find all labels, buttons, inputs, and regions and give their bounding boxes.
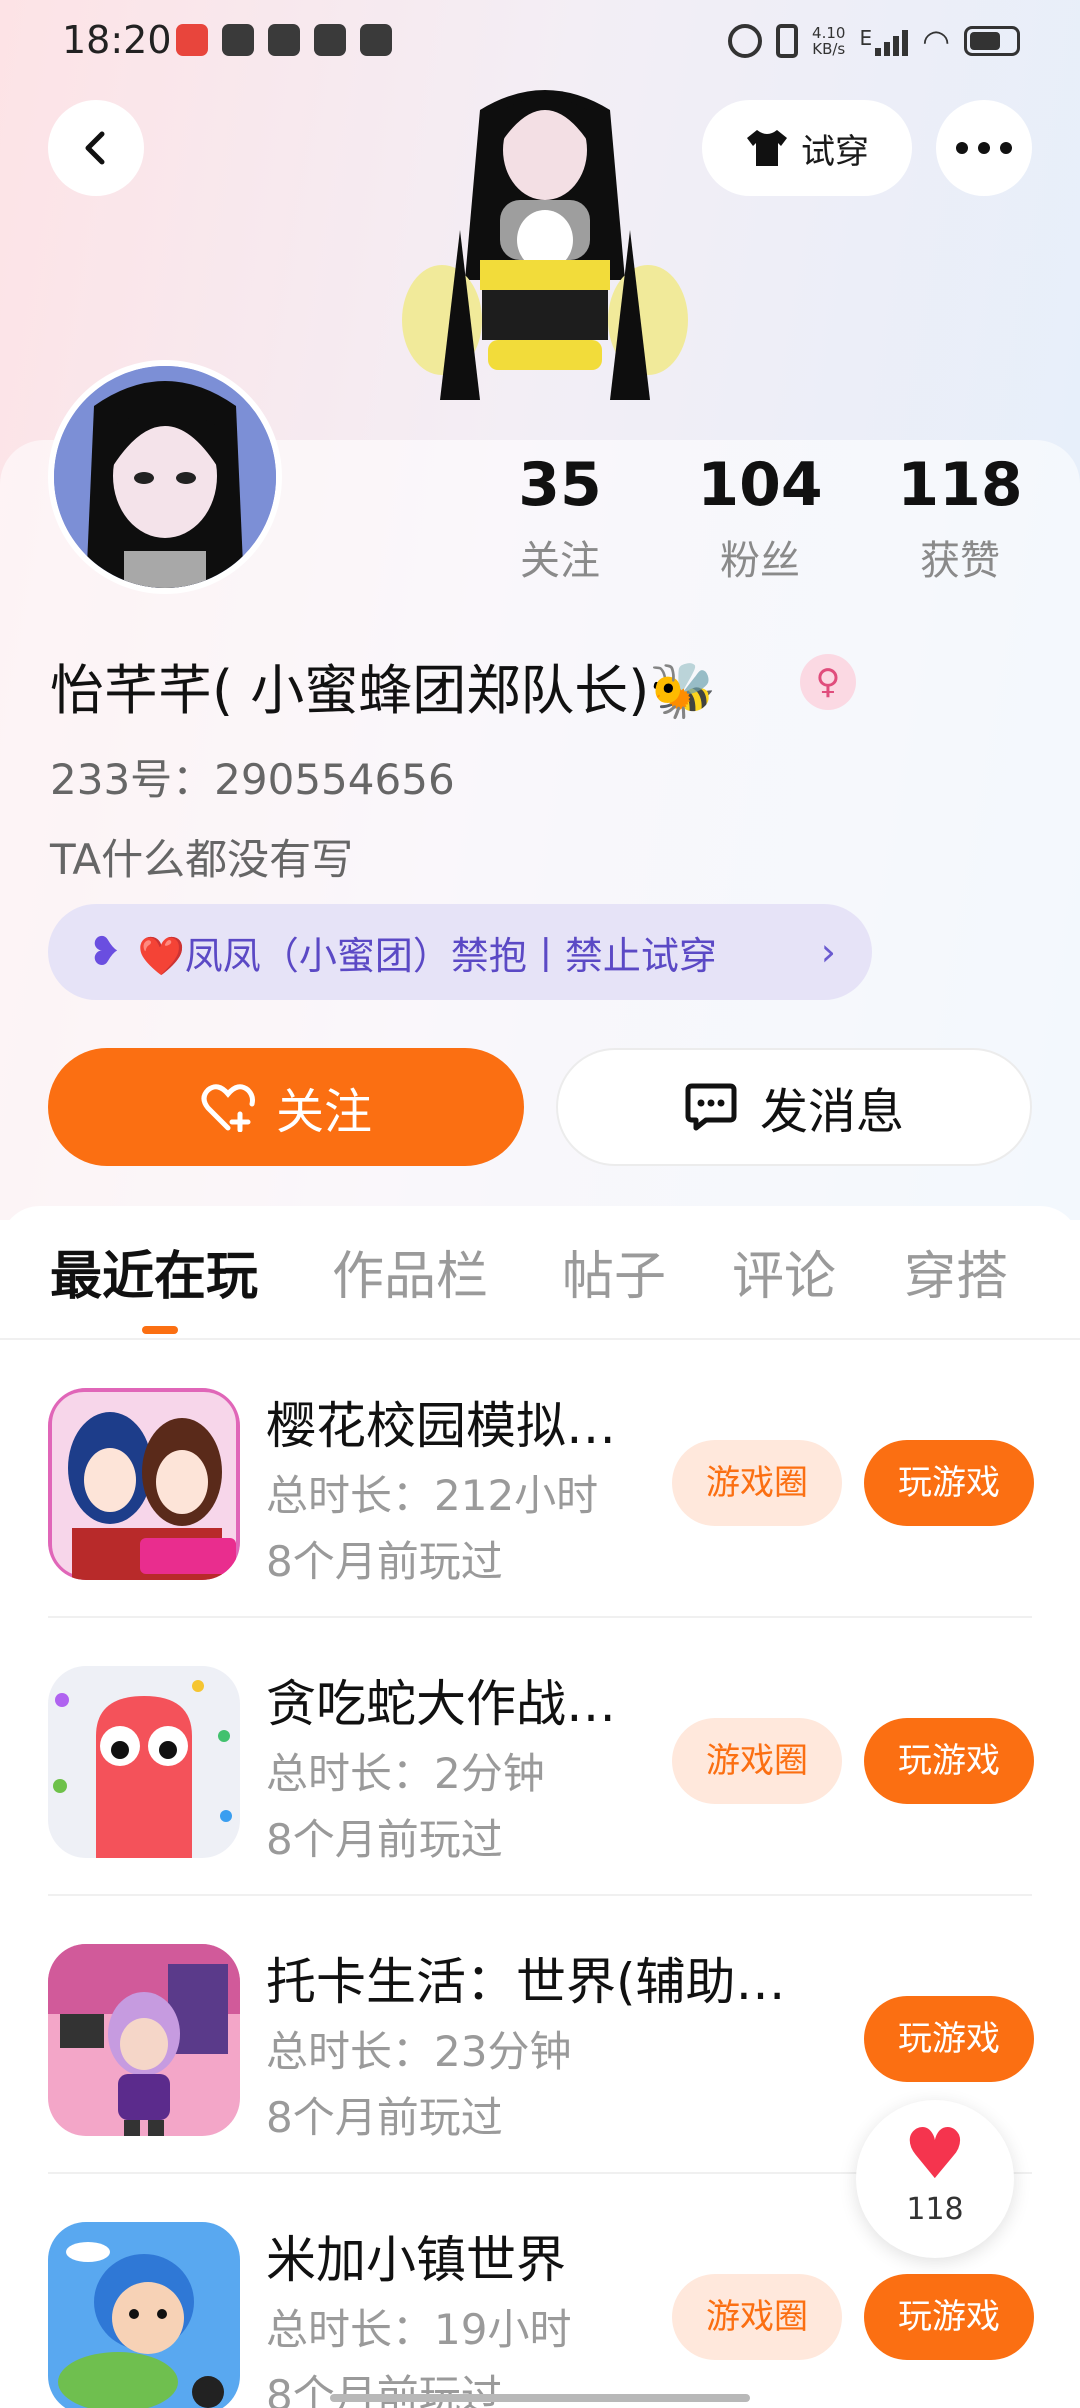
relationship-tag-text: ❤️凤凤（小蜜团）禁抱丨禁止试穿	[137, 933, 717, 978]
box-icon	[360, 24, 392, 56]
profile-uid[interactable]: 233号：290554656	[50, 746, 455, 807]
tab-active-indicator	[142, 1326, 178, 1334]
play-game-button[interactable]: 玩游戏	[864, 1440, 1034, 1526]
network-speed: 4.10 KB/s	[812, 25, 845, 57]
game-playtime: 总时长：2分钟	[266, 1749, 545, 1798]
game-last-played: 8个月前玩过	[266, 1815, 503, 1864]
chat-icon	[268, 24, 300, 56]
relationship-tag[interactable]: ❥ ❤️凤凤（小蜜团）禁抱丨禁止试穿 ›	[48, 904, 872, 1000]
back-button[interactable]	[48, 100, 144, 196]
app-notification-icon	[176, 24, 208, 56]
game-circle-button[interactable]: 游戏圈	[672, 1440, 842, 1526]
mail-icon	[222, 24, 254, 56]
home-indicator[interactable]	[330, 2394, 750, 2402]
app-notification-icon	[314, 24, 346, 56]
avatar-3d-figure	[400, 80, 690, 440]
play-game-button[interactable]: 玩游戏	[864, 1996, 1034, 2082]
avatar[interactable]	[48, 360, 282, 594]
game-playtime: 总时长：19小时	[266, 2305, 572, 2354]
notification-icons	[176, 24, 392, 56]
profile-bio: TA什么都没有写	[50, 835, 354, 884]
game-last-played: 8个月前玩过	[266, 2093, 503, 2142]
try-on-label: 试穿	[801, 131, 869, 172]
female-gender-icon: ♀	[800, 654, 856, 710]
stat-label: 粉丝	[720, 538, 800, 584]
game-playtime: 总时长：212小时	[266, 1471, 599, 1520]
more-dots-icon	[956, 142, 1012, 154]
status-indicators: 4.10 KB/s E ◠	[728, 22, 1020, 60]
game-circle-button[interactable]: 游戏圈	[672, 1718, 842, 1804]
game-icon-snake	[48, 1666, 240, 1858]
battery-icon	[964, 26, 1020, 56]
more-options-button[interactable]	[936, 100, 1032, 196]
follow-button[interactable]: 关注	[48, 1048, 524, 1166]
stat-followers[interactable]: 104 粉丝	[680, 450, 840, 586]
stat-label: 关注	[520, 538, 600, 584]
vibrate-icon	[776, 24, 799, 58]
stat-value: 104	[697, 450, 823, 520]
follow-label: 关注	[275, 1084, 372, 1140]
tab-comments[interactable]: 评论	[732, 1234, 836, 1309]
network-type: E	[859, 26, 873, 50]
tshirt-icon	[747, 130, 787, 166]
game-icon-toca	[48, 1944, 240, 2136]
profile-tabs: 最近在玩 作品栏 帖子 评论 穿搭	[0, 1234, 1080, 1334]
tab-outfits[interactable]: 穿搭	[904, 1234, 1008, 1309]
message-label: 发消息	[759, 1084, 904, 1140]
chevron-left-icon	[85, 131, 105, 165]
alarm-icon	[728, 24, 763, 58]
like-floating-button[interactable]: ♥ 118	[856, 2100, 1014, 2258]
status-time: 18:20	[62, 18, 172, 62]
game-title: 米加小镇世界	[266, 2231, 566, 2289]
tab-works[interactable]: 作品栏	[332, 1234, 488, 1309]
game-circle-button[interactable]: 游戏圈	[672, 2274, 842, 2360]
tab-posts[interactable]: 帖子	[562, 1234, 666, 1309]
like-count: 118	[906, 2192, 964, 2227]
play-game-button[interactable]: 玩游戏	[864, 1718, 1034, 1804]
chat-bubble-icon	[685, 1083, 737, 1131]
game-title: 托卡生活：世界(辅助…	[266, 1953, 786, 2011]
profile-stats: 35 关注 104 粉丝 118 获赞	[480, 450, 1040, 586]
signal-icon: E	[859, 26, 909, 56]
game-list-item[interactable]: 樱花校园模拟… 总时长：212小时 8个月前玩过 游戏圈 玩游戏	[48, 1340, 1034, 1618]
network-speed-unit: KB/s	[812, 40, 846, 58]
stat-value: 35	[518, 450, 602, 520]
avatar-image	[54, 366, 276, 588]
game-title: 贪吃蛇大作战…	[266, 1675, 616, 1733]
heart-plus-icon	[201, 1084, 255, 1132]
heart-icon: ♥	[903, 2113, 967, 2195]
stat-label: 获赞	[920, 538, 1000, 584]
game-last-played: 8个月前玩过	[266, 1537, 503, 1586]
stat-likes[interactable]: 118 获赞	[880, 450, 1040, 586]
tab-recently-played[interactable]: 最近在玩	[50, 1234, 258, 1309]
game-icon-miga	[48, 2222, 240, 2408]
double-heart-icon: ❥	[88, 929, 122, 975]
profile-nickname: 怡芊芊( 小蜜蜂团郑队长)🐝	[50, 659, 717, 722]
game-title: 樱花校园模拟…	[266, 1397, 616, 1455]
send-message-button[interactable]: 发消息	[556, 1048, 1032, 1166]
chevron-right-icon: ›	[820, 930, 836, 974]
try-on-button[interactable]: 试穿	[702, 100, 912, 196]
stat-value: 118	[897, 450, 1023, 520]
wifi-icon: ◠	[922, 22, 950, 60]
game-icon-sakura	[48, 1388, 240, 1580]
game-playtime: 总时长：23分钟	[266, 2027, 572, 2076]
game-list-item[interactable]: 贪吃蛇大作战… 总时长：2分钟 8个月前玩过 游戏圈 玩游戏	[48, 1618, 1034, 1896]
play-game-button[interactable]: 玩游戏	[864, 2274, 1034, 2360]
status-bar: 18:20 4.10 KB/s E ◠	[0, 0, 1080, 84]
stat-following[interactable]: 35 关注	[480, 450, 640, 586]
